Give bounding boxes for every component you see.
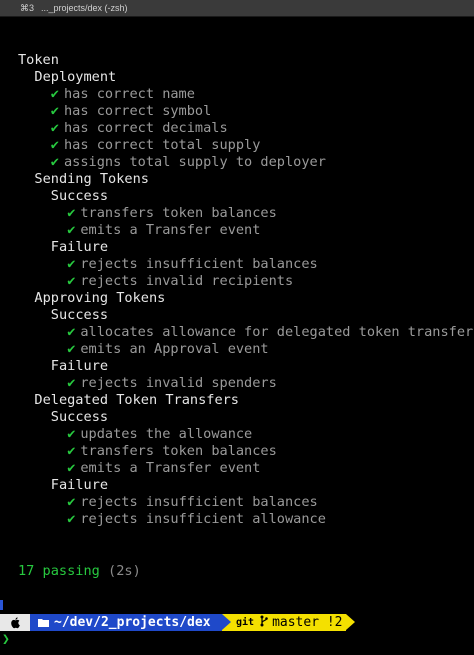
test-result: ✔ transfers token balances [67,443,277,460]
check-icon: ✔ [67,494,76,510]
current-path: ~/dev/2_projects/dex [54,615,211,630]
describe-title: Deployment [34,69,117,85]
group-title: Success [50,307,109,323]
group-title: Failure [50,477,109,493]
test-result: ✔ has correct name [51,86,195,103]
test-result: ✔ updates the allowance [67,426,252,443]
check-icon: ✔ [50,137,59,153]
group-title: Failure [50,358,109,374]
test-result: ✔ rejects insufficient allowance [67,511,326,528]
group-heading: Success [51,188,108,205]
group-heading: Failure [51,477,108,494]
test-name: assigns total supply to deployer [63,154,326,170]
test-result: ✔ allocates allowance for delegated token… [67,324,473,341]
group-title: Failure [50,239,109,255]
check-icon: ✔ [67,511,76,527]
check-icon: ✔ [67,205,76,221]
test-name: rejects insufficient balances [80,494,318,510]
check-icon: ✔ [50,154,59,170]
test-result: ✔ transfers token balances [67,205,277,222]
test-name: transfers token balances [80,205,277,221]
test-result: ✔ emits a Transfer event [67,222,260,239]
test-name: has correct name [63,86,195,102]
prompt-cursor[interactable]: ❯ [2,631,10,648]
window-title: ..._projects/dex (-zsh) [41,3,128,13]
check-icon: ✔ [67,324,76,340]
check-icon: ✔ [67,256,76,272]
test-result: ✔ has correct decimals [51,120,228,137]
test-name: allocates allowance for delegated token … [80,324,474,340]
check-icon: ✔ [67,341,76,357]
group-heading: Success [51,307,108,324]
suite-title: Token [18,52,59,68]
test-result: ✔ has correct total supply [51,137,261,154]
directory-segment: ~/dev/2_projects/dex [30,614,222,631]
group-heading: Failure [51,239,108,256]
test-summary: 17 passing (2s) [18,563,141,580]
check-icon: ✔ [67,375,76,391]
test-name: has correct decimals [63,120,228,136]
git-segment: git master !2 [222,614,346,631]
branch-icon [260,615,268,631]
describe-title: Sending Tokens [34,171,149,187]
git-label: git [236,617,255,628]
test-result: ✔ rejects insufficient balances [67,256,318,273]
window-shortcut: ⌘3 [20,2,35,13]
terminal-output[interactable]: Token Deployment ✔ has correct name ✔ has cor… [0,17,474,655]
suite-heading: Token [18,52,59,69]
test-name: rejects invalid spenders [80,375,277,391]
check-icon: ✔ [67,460,76,476]
group-heading: Success [51,409,108,426]
describe-heading: Sending Tokens [34,171,149,188]
test-name: has correct symbol [63,103,212,119]
passing-count: 17 passing [18,563,100,579]
check-icon: ✔ [67,273,76,289]
check-icon: ✔ [67,222,76,238]
test-result: ✔ emits a Transfer event [67,460,260,477]
group-title: Success [50,188,109,204]
apple-icon [0,614,30,631]
test-name: has correct total supply [63,137,261,153]
test-name: emits a Transfer event [80,460,261,476]
test-result: ✔ rejects insufficient balances [67,494,318,511]
folder-icon [38,618,49,627]
test-name: rejects insufficient allowance [80,511,326,527]
test-result: ✔ rejects invalid spenders [67,375,277,392]
group-title: Success [50,409,109,425]
describe-heading: Delegated Token Transfers [34,392,239,409]
scroll-marker [0,600,3,610]
git-segment-arrow [346,614,355,630]
test-result: ✔ has correct symbol [51,103,212,120]
prompt-bar: ~/dev/2_projects/dex git master !2 [0,614,474,631]
dir-segment-arrow [222,614,231,630]
test-result: ✔ rejects invalid recipients [67,273,293,290]
test-name: transfers token balances [80,443,277,459]
check-icon: ✔ [67,443,76,459]
test-name: updates the allowance [80,426,253,442]
describe-title: Approving Tokens [34,290,166,306]
test-name: emits a Transfer event [80,222,261,238]
describe-title: Delegated Token Transfers [34,392,239,408]
describe-heading: Approving Tokens [34,290,165,307]
test-result: ✔ assigns total supply to deployer [51,154,326,171]
test-result: ✔ emits an Approval event [67,341,268,358]
group-heading: Failure [51,358,108,375]
check-icon: ✔ [50,120,59,136]
test-name: rejects invalid recipients [80,273,294,289]
window-titlebar: ⌘3 ..._projects/dex (-zsh) [0,0,474,17]
check-icon: ✔ [67,426,76,442]
check-icon: ✔ [50,103,59,119]
test-name: rejects insufficient balances [80,256,318,272]
test-name: emits an Approval event [80,341,269,357]
git-branch: master !2 [272,615,343,630]
check-icon: ✔ [50,86,59,102]
test-duration: (2s) [108,563,141,579]
describe-heading: Deployment [34,69,116,86]
